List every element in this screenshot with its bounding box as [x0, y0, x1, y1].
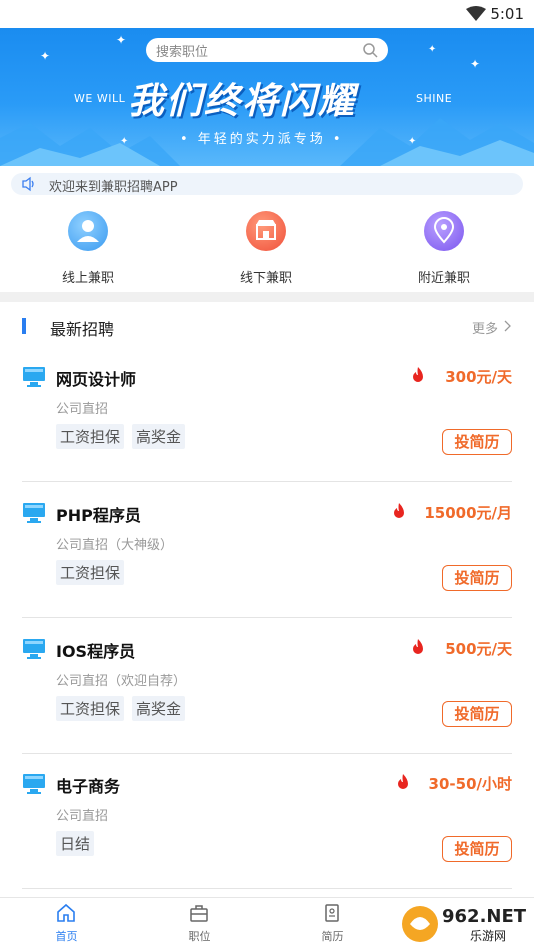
job-title: PHP程序员	[56, 506, 141, 525]
search-input[interactable]: 搜索职位	[156, 41, 208, 60]
svg-text:✦: ✦	[116, 33, 126, 47]
row-divider	[22, 481, 512, 482]
fire-icon	[398, 774, 408, 789]
person-icon	[68, 211, 108, 251]
home-icon	[57, 903, 75, 922]
job-item[interactable]: 网页设计师 300元/天 公司直招 工资担保 高奖金 投简历	[0, 366, 534, 502]
row-divider	[22, 753, 512, 754]
tab-label: 简历	[321, 930, 344, 943]
latest-jobs-header: 最新招聘 更多	[0, 310, 534, 342]
search-icon[interactable]	[362, 42, 378, 58]
row-divider	[22, 617, 512, 618]
job-salary: 300元/天	[445, 368, 512, 386]
banner-right-text: SHINE	[416, 92, 453, 105]
tab-label: 职位	[188, 930, 211, 943]
section-title: 最新招聘	[50, 320, 115, 339]
monitor-icon	[23, 503, 45, 523]
wifi-icon	[466, 6, 486, 21]
job-tag: 高奖金	[132, 424, 186, 449]
notice-bar[interactable]: 欢迎来到兼职招聘APP	[11, 173, 523, 195]
job-tag: 工资担保	[56, 560, 125, 585]
job-tags: 工资担保 高奖金	[56, 424, 193, 449]
category-offline[interactable]: 线下兼职	[216, 205, 316, 290]
section-accent-bar	[22, 318, 26, 334]
job-tag: 工资担保	[56, 696, 125, 721]
briefcase-icon	[190, 905, 208, 922]
monitor-icon	[23, 367, 45, 387]
tab-home[interactable]: 首页	[0, 898, 133, 949]
job-company: 公司直招（欢迎自荐）	[56, 674, 187, 689]
job-item[interactable]: IOS程序员 500元/天 公司直招（欢迎自荐） 工资担保 高奖金 投简历	[0, 638, 534, 774]
shop-icon	[246, 211, 286, 251]
monitor-icon	[23, 639, 45, 659]
category-label: 附近兼职	[417, 271, 470, 286]
tab-label: 首页	[55, 930, 78, 943]
tab-jobs[interactable]: 职位	[133, 898, 266, 949]
monitor-icon	[23, 774, 45, 794]
job-tag: 高奖金	[132, 696, 186, 721]
banner-tagline: • 年轻的实力派专场 •	[180, 132, 344, 147]
job-item[interactable]: 电子商务 30-50/小时 公司直招 日结 投简历	[0, 773, 534, 909]
status-bar: 5:01	[0, 0, 534, 28]
category-label: 线上兼职	[61, 271, 114, 286]
svg-text:✦: ✦	[120, 136, 128, 147]
more-link[interactable]: 更多	[472, 318, 498, 337]
job-company: 公司直招（大神级）	[56, 538, 174, 553]
fire-icon	[413, 367, 423, 382]
banner-left-text: WE WILL	[74, 92, 126, 105]
chevron-right-icon[interactable]	[502, 320, 512, 332]
search-bar[interactable]: 搜索职位	[146, 38, 388, 62]
apply-button[interactable]: 投简历	[442, 836, 512, 862]
tab-resume[interactable]: 简历	[266, 898, 399, 949]
category-shortcuts: 线上兼职 线下兼职 附近兼职	[0, 205, 534, 290]
site-watermark: 962.NET 乐游网	[396, 896, 534, 949]
watermark-sub: 乐游网	[470, 929, 506, 943]
banner-headline: 我们终将闪耀	[128, 81, 357, 122]
category-nearby[interactable]: 附近兼职	[394, 205, 494, 290]
job-item[interactable]: PHP程序员 15000元/月 公司直招（大神级） 工资担保 投简历	[0, 502, 534, 638]
location-icon	[424, 211, 464, 251]
svg-text:✦: ✦	[40, 49, 50, 63]
job-company: 公司直招	[56, 402, 109, 417]
speaker-icon	[22, 176, 34, 192]
job-title: IOS程序员	[56, 642, 136, 661]
resume-icon	[325, 904, 339, 922]
job-tags: 工资担保	[56, 560, 132, 585]
job-salary: 15000元/月	[424, 504, 512, 522]
job-salary: 500元/天	[445, 640, 512, 658]
fire-icon	[394, 503, 404, 518]
apply-button[interactable]: 投简历	[442, 701, 512, 727]
fire-icon	[413, 639, 423, 654]
watermark-brand: 962.NET	[442, 906, 527, 927]
status-time: 5:01	[490, 5, 524, 23]
apply-button[interactable]: 投简历	[442, 429, 512, 455]
category-label: 线下兼职	[239, 271, 292, 286]
hero-banner[interactable]: ✦ ✦ ✦ ✦ ✦ ✦ 搜索职位 WE WILL 我们终将闪耀 SHINE • …	[0, 28, 534, 166]
job-tag: 日结	[56, 831, 95, 856]
job-title: 电子商务	[56, 777, 121, 796]
apply-button[interactable]: 投简历	[442, 565, 512, 591]
job-tag: 工资担保	[56, 424, 125, 449]
svg-text:✦: ✦	[408, 136, 416, 147]
row-divider	[22, 888, 512, 889]
job-tags: 工资担保 高奖金	[56, 696, 193, 721]
job-salary: 30-50/小时	[428, 775, 512, 793]
category-online[interactable]: 线上兼职	[38, 205, 138, 290]
job-company: 公司直招	[56, 809, 109, 824]
svg-text:✦: ✦	[428, 44, 436, 55]
job-title: 网页设计师	[56, 370, 137, 389]
job-tags: 日结	[56, 831, 102, 856]
notice-text: 欢迎来到兼职招聘APP	[49, 180, 178, 195]
section-divider	[0, 292, 534, 302]
svg-text:✦: ✦	[470, 57, 480, 71]
